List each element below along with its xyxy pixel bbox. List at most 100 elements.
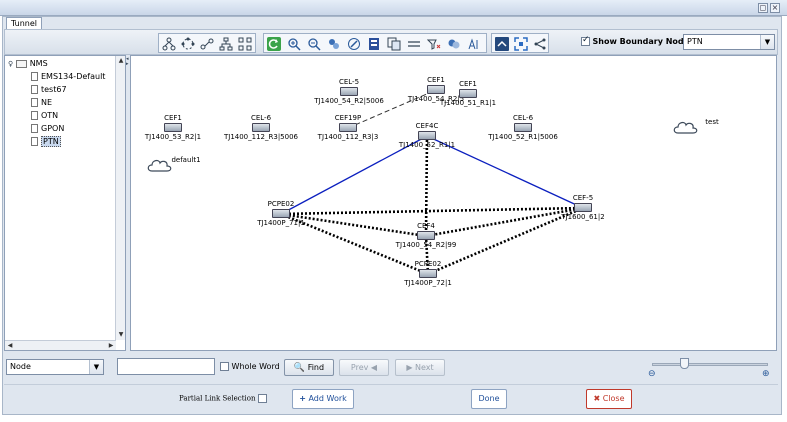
filter-icon[interactable] <box>426 36 442 51</box>
show-boundary-checkbox[interactable] <box>581 35 590 46</box>
action-bar: Partial Link Selection + Add Work Done ✖… <box>4 384 778 412</box>
zoom-out-small-icon[interactable]: ⊖ <box>648 369 656 379</box>
zoom-in-small-icon[interactable]: ⊕ <box>762 369 770 379</box>
topology-node-default1[interactable]: default1 <box>146 156 226 172</box>
next-button[interactable]: ▶ Next <box>395 359 445 376</box>
zoom-slider[interactable]: ⊖ ⊕ <box>648 357 770 379</box>
network-device-icon <box>418 131 436 140</box>
scroll-down-icon[interactable]: ▼ <box>116 330 126 340</box>
node-label: PCPE02 <box>267 200 295 208</box>
network-device-icon <box>514 123 532 132</box>
topology-node-cel5[interactable]: CEL-5 TJ1400_54_R2|5006 <box>309 78 389 105</box>
network-device-icon <box>417 231 435 240</box>
close-button[interactable]: ✖ Close <box>586 389 632 409</box>
scroll-left-icon[interactable]: ◀ <box>5 341 15 351</box>
topology-node-pcpe02b[interactable]: PCPE02 TJ1400P_72|1 <box>388 260 468 287</box>
node-label: CEF1 <box>164 114 182 122</box>
topology-node-cef4[interactable]: CEF4 TJ1400_54_R2|99 <box>386 222 466 249</box>
tree-item-gpon[interactable]: GPON <box>31 124 64 134</box>
topology-node-cef4c[interactable]: CEF4C TJ1400_52_R1|1 <box>387 122 467 149</box>
partial-link-checkbox[interactable] <box>258 394 268 403</box>
whole-word-checkbox[interactable] <box>220 362 229 371</box>
layout-grid-icon[interactable] <box>237 36 253 51</box>
tab-tunnel[interactable]: Tunnel <box>6 17 42 29</box>
layout-spring-icon[interactable] <box>199 36 215 51</box>
find-type-select[interactable]: Node ▼ <box>6 359 104 375</box>
topology-link-cef4c-cef4[interactable] <box>424 135 429 237</box>
find-input[interactable] <box>117 358 215 375</box>
tree-item-ne[interactable]: NE <box>31 98 52 108</box>
network-device-icon <box>272 209 290 218</box>
topology-node-cel6b[interactable]: CEL-6 TJ1400_52_R1|5006 <box>483 114 563 141</box>
layout-hierarchy-icon[interactable] <box>218 36 234 51</box>
plus-icon: + <box>299 394 306 403</box>
show-boundary-nodes-option[interactable]: Show Boundary Nodes <box>581 35 694 46</box>
partial-link-option[interactable]: Partial Link Selection <box>179 394 268 403</box>
whole-word-option[interactable]: Whole Word <box>220 362 280 371</box>
tree-item-ptn[interactable]: PTN <box>31 136 61 147</box>
topology-node-cef19p[interactable]: CEF19P TJ1400_112_R3|3 <box>308 114 388 141</box>
tree-item-label: test67 <box>41 85 67 94</box>
node-sublabel: TJ1400_112_R3|3 <box>317 133 379 141</box>
pan-icon[interactable] <box>346 36 362 51</box>
scroll-up-icon[interactable]: ▲ <box>116 56 126 66</box>
zoom-slider-thumb[interactable] <box>680 358 689 369</box>
tree-panel: ♀ NMS EMS134-Default test67 NE OTN GPON … <box>4 55 126 351</box>
tree-item-test67[interactable]: test67 <box>31 85 67 95</box>
close-label: Close <box>602 394 625 403</box>
topology-node-cef5[interactable]: CEF-5 TJ1600_61|2 <box>543 194 623 221</box>
network-device-icon <box>340 87 358 96</box>
domain-select[interactable]: PTN ▼ <box>683 34 775 50</box>
zoom-in-icon[interactable] <box>286 36 302 51</box>
fullscreen-icon[interactable] <box>513 36 529 51</box>
window-toolbar-group <box>491 33 549 53</box>
scroll-right-icon[interactable]: ▶ <box>106 341 116 351</box>
find-type-value: Node <box>10 362 31 371</box>
layout-circle-icon[interactable] <box>180 36 196 51</box>
topology-node-cef1b[interactable]: CEF1 TJ1400_51_R1|1 <box>428 80 508 107</box>
collapse-icon[interactable] <box>494 36 510 51</box>
node-sublabel: TJ1600_61|2 <box>561 213 605 221</box>
layout-tree-icon[interactable] <box>161 36 177 51</box>
done-button[interactable]: Done <box>471 389 507 409</box>
copy-icon[interactable] <box>386 36 402 51</box>
zoom-out-icon[interactable] <box>306 36 322 51</box>
tree-item-ems134-default[interactable]: EMS134-Default <box>31 72 105 82</box>
document-icon <box>31 124 38 133</box>
close-window-icon[interactable]: × <box>770 3 780 13</box>
topology-link-pcpe02a-cef5[interactable] <box>280 206 584 216</box>
chevron-down-icon: ▼ <box>89 360 103 374</box>
tree-horizontal-scrollbar[interactable]: ◀ ▶ <box>5 340 116 350</box>
node-label: CEF19P <box>334 114 362 122</box>
add-work-button[interactable]: + Add Work <box>292 389 354 409</box>
prev-button[interactable]: Prev ◀ <box>339 359 389 376</box>
tree-root-nms[interactable]: ♀ NMS <box>8 59 48 69</box>
node-sublabel: TJ1400_53_R2|1 <box>144 133 202 141</box>
refresh-icon[interactable] <box>266 36 282 51</box>
line-icon[interactable] <box>406 36 422 51</box>
find-bar: Node ▼ Whole Word 🔍 Find Prev ◀ ▶ Next ⊖… <box>4 355 778 381</box>
network-device-icon <box>574 203 592 212</box>
topology-node-pcpe02a[interactable]: PCPE02 TJ1400P_71|1 <box>241 200 321 227</box>
splitter-arrows-icon[interactable]: ◂ ▸ <box>126 57 129 67</box>
topology-canvas[interactable]: CEL-5 TJ1400_54_R2|5006 CEF1 TJ1400_54_R2|5… <box>130 55 777 351</box>
text-icon[interactable] <box>466 36 482 51</box>
find-button[interactable]: 🔍 Find <box>284 359 334 376</box>
tree-vertical-scrollbar[interactable]: ▲ ▼ <box>115 56 125 340</box>
topology-node-cel6a[interactable]: CEL-6 TJ1400_112_R3|5006 <box>221 114 301 141</box>
topology-node-test[interactable]: test <box>672 118 752 134</box>
share-icon[interactable] <box>532 36 548 51</box>
arrow-left-icon: ◀ <box>370 363 378 372</box>
node-sublabel: TJ1400_52_R1|1 <box>398 141 456 149</box>
whole-word-label: Whole Word <box>231 362 280 371</box>
topology-node-cef1c[interactable]: CEF1 TJ1400_53_R2|1 <box>133 114 213 141</box>
restore-icon[interactable]: ◻ <box>758 3 768 13</box>
document-icon <box>31 98 38 107</box>
layers-icon[interactable] <box>446 36 462 51</box>
tree-item-label-selected: PTN <box>41 136 61 147</box>
fit-icon[interactable] <box>326 36 342 51</box>
save-icon[interactable] <box>366 36 382 51</box>
expand-icon[interactable]: ♀ <box>8 60 13 68</box>
tree-item-otn[interactable]: OTN <box>31 111 58 121</box>
search-icon: 🔍 <box>293 363 306 373</box>
